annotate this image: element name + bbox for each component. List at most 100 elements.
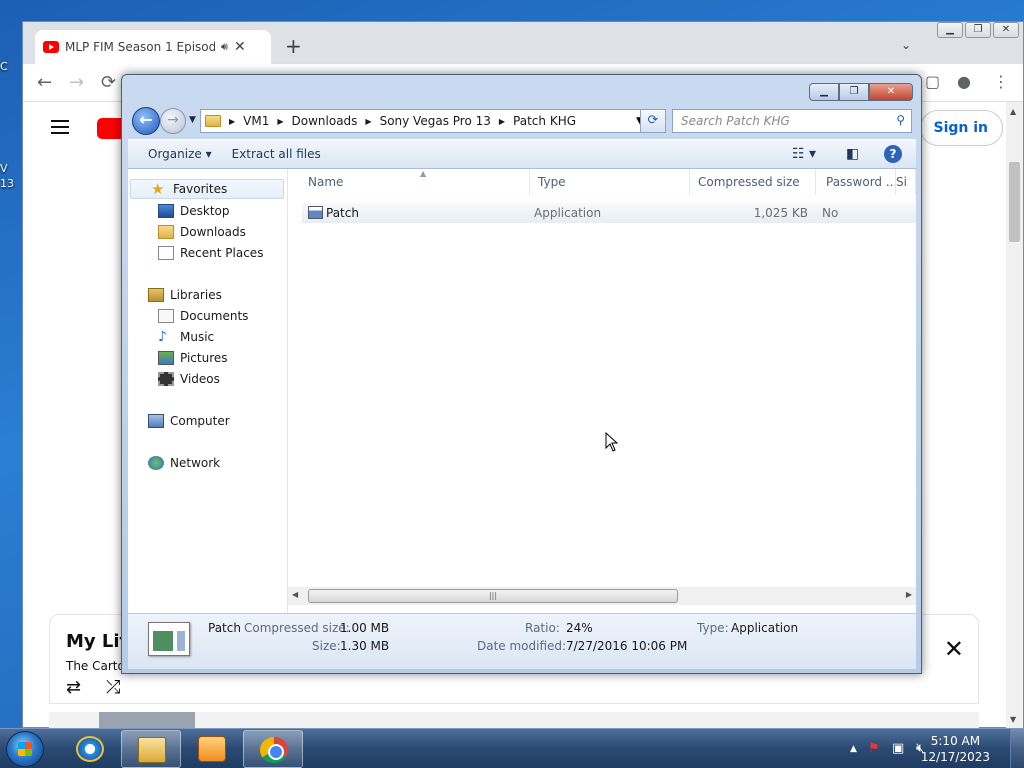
details-compressed-value: 1.00 MB [340, 621, 390, 635]
close-button[interactable]: ✕ [869, 83, 913, 101]
help-icon[interactable]: ? [884, 145, 902, 163]
chevron-right-icon[interactable]: ▶ [229, 117, 235, 126]
organize-button[interactable]: Organize ▾ [128, 147, 222, 161]
taskbar-internet-explorer[interactable] [60, 730, 120, 768]
system-tray: ▲ ⚑ ▣ 🔇︎ 5:10 AM 12/17/2023 [824, 729, 1024, 768]
nav-libraries[interactable]: Libraries [128, 285, 222, 305]
nav-recent-places[interactable]: Recent Places [128, 243, 263, 263]
sort-ascending-icon: ▲ [420, 169, 427, 178]
nav-downloads[interactable]: Downloads [128, 222, 246, 242]
desktop-icon-label[interactable]: V [0, 162, 22, 175]
column-header-compressed-size[interactable]: Compressed size [688, 169, 816, 195]
scroll-thumb[interactable]: ||| [308, 589, 678, 603]
scroll-left-icon[interactable]: ◀ [292, 590, 298, 599]
chrome-tabstrip: MLP FIM Season 1 Episode 1 🔊︎ ✕ + ⌄ ▁ ❐ … [23, 22, 1023, 64]
explorer-window-controls: ▁ ❐ ✕ [809, 83, 913, 101]
nav-label: Favorites [173, 182, 228, 196]
breadcrumb-downloads[interactable]: Downloads [292, 114, 358, 128]
more-menu-icon[interactable]: ⋮ [993, 72, 1009, 91]
search-input[interactable]: Search Patch KHG ⚲ [672, 109, 912, 133]
table-row[interactable]: Patch Application 1,025 KB No [302, 203, 916, 223]
media-player-icon [198, 736, 226, 762]
close-button[interactable]: ✕ [993, 22, 1019, 38]
breadcrumb-sony-vegas[interactable]: Sony Vegas Pro 13 [380, 114, 491, 128]
scroll-thumb[interactable] [1009, 162, 1020, 242]
playlist-close-icon[interactable]: ✕ [944, 635, 964, 663]
application-icon [308, 206, 323, 219]
nav-videos[interactable]: Videos [128, 369, 220, 389]
nav-label: Videos [180, 372, 220, 386]
page-scrollbar[interactable]: ▲ ▼ [1006, 102, 1023, 728]
chevron-right-icon[interactable]: ▶ [277, 117, 283, 126]
nav-favorites[interactable]: ★ Favorites [130, 179, 284, 199]
profile-avatar-icon[interactable]: ● [957, 72, 971, 91]
desktop-icon-label[interactable]: C [0, 60, 22, 73]
taskbar-media-player[interactable] [182, 730, 242, 768]
refresh-icon[interactable]: ⟳ [640, 109, 666, 133]
extract-all-button[interactable]: Extract all files [222, 147, 331, 161]
action-center-flag-icon[interactable]: ⚑ [868, 741, 880, 756]
nav-label: Recent Places [180, 246, 264, 260]
speaker-icon[interactable]: 🔊︎ [221, 40, 228, 54]
column-header-type[interactable]: Type [528, 169, 690, 195]
chevron-right-icon[interactable]: ▶ [499, 117, 505, 126]
column-header-name[interactable]: ▲ Name [298, 169, 530, 195]
view-options-icon[interactable]: ☷ ▾ [792, 146, 816, 162]
reload-icon[interactable]: ⟳ [101, 72, 116, 93]
start-button[interactable] [6, 731, 44, 767]
maximize-button[interactable]: ❐ [839, 83, 869, 101]
documents-icon [158, 309, 174, 323]
forward-arrow-icon[interactable]: → [69, 72, 84, 93]
explorer-window: ▁ ❐ ✕ ← → ▼ ▶ VM1 ▶ Downloads ▶ Sony Veg… [121, 74, 922, 674]
horizontal-scrollbar[interactable]: ◀ ||| ▶ [288, 587, 916, 605]
column-header-password[interactable]: Password ... [816, 169, 896, 195]
minimize-button[interactable]: ▁ [809, 83, 839, 101]
scroll-up-icon[interactable]: ▲ [1010, 107, 1016, 116]
loop-icon[interactable]: ⇄ [66, 677, 81, 698]
breadcrumb-vm1[interactable]: VM1 [243, 114, 269, 128]
browser-tab[interactable]: MLP FIM Season 1 Episode 1 🔊︎ ✕ [35, 30, 271, 64]
nav-desktop[interactable]: Desktop [128, 201, 230, 221]
chevron-right-icon[interactable]: ▶ [365, 117, 371, 126]
file-password: No [822, 206, 839, 220]
back-arrow-icon[interactable]: ← [132, 107, 160, 135]
scroll-down-icon[interactable]: ▼ [1010, 715, 1016, 724]
tab-search-chevron-icon[interactable]: ⌄ [901, 38, 911, 52]
nav-pictures[interactable]: Pictures [128, 348, 228, 368]
chrome-window-controls: ▁ ❐ ✕ [937, 22, 1019, 38]
address-bar[interactable]: ▶ VM1 ▶ Downloads ▶ Sony Vegas Pro 13 ▶ … [200, 109, 648, 133]
nav-label: Network [170, 456, 221, 470]
nav-documents[interactable]: Documents [128, 306, 248, 326]
tab-close-icon[interactable]: ✕ [234, 39, 246, 55]
video-thumbnail[interactable] [99, 712, 195, 728]
new-tab-button[interactable]: + [285, 34, 302, 58]
shuffle-icon[interactable]: ⤮ [106, 677, 120, 698]
network-tray-icon[interactable]: ▣ [892, 741, 904, 756]
sign-in-button[interactable]: Sign in [920, 110, 1003, 146]
nav-computer[interactable]: Computer [128, 411, 230, 431]
clock[interactable]: 5:10 AM 12/17/2023 [921, 733, 990, 765]
details-size-label: Size: [312, 639, 341, 653]
back-arrow-icon[interactable]: ← [37, 72, 52, 93]
search-icon[interactable]: ⚲ [896, 113, 905, 127]
nav-music[interactable]: ♪ Music [128, 327, 214, 347]
side-panel-icon[interactable]: ▢ [925, 72, 940, 91]
show-hidden-icons-chevron-icon[interactable]: ▲ [850, 744, 857, 754]
breadcrumb-patch-khg[interactable]: Patch KHG [513, 114, 576, 128]
show-desktop-button[interactable] [1010, 729, 1024, 768]
videos-icon [158, 372, 174, 386]
taskbar-chrome[interactable] [243, 730, 303, 768]
search-placeholder: Search Patch KHG [681, 114, 790, 128]
preview-pane-icon[interactable]: ◧ [846, 146, 859, 162]
column-header-size[interactable]: Si [894, 169, 916, 195]
hamburger-menu-icon[interactable] [51, 120, 69, 134]
maximize-button[interactable]: ❐ [965, 22, 991, 38]
recent-pages-chevron-icon[interactable]: ▼ [189, 115, 196, 125]
forward-arrow-icon[interactable]: → [160, 108, 186, 134]
taskbar-windows-explorer[interactable] [121, 730, 181, 768]
column-label: Compressed size [698, 175, 800, 189]
minimize-button[interactable]: ▁ [937, 22, 963, 38]
navigation-pane: ★ Favorites Desktop Downloads Recent Pla… [128, 169, 288, 613]
nav-network[interactable]: Network [128, 453, 220, 473]
scroll-right-icon[interactable]: ▶ [906, 590, 912, 599]
